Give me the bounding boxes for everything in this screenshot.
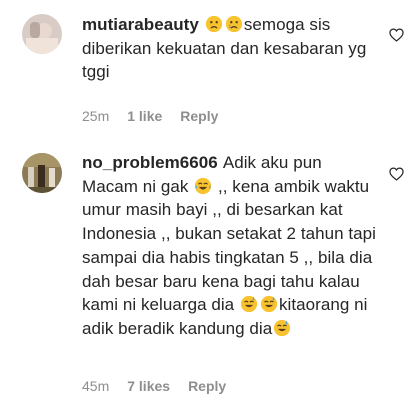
sweat-smile-emoji (260, 296, 278, 313)
comment-time: 25m (82, 108, 110, 124)
username[interactable]: mutiarabeauty (82, 15, 199, 34)
comment-meta: 25m 1 like Reply (82, 108, 218, 124)
sweat-smile-emoji (240, 296, 258, 313)
avatar[interactable] (22, 14, 62, 54)
sweat-smile-emoji (274, 319, 291, 337)
likes-count[interactable]: 7 likes (127, 378, 170, 394)
reply-button[interactable]: Reply (188, 378, 226, 394)
tears-of-joy-emoji (195, 177, 212, 194)
comment-meta: 45m 7 likes Reply (82, 378, 226, 394)
reply-button[interactable]: Reply (180, 108, 218, 124)
comment-time: 45m (82, 378, 110, 394)
comment-text: no_problem6606 Adik aku pun Macam ni gak … (82, 151, 378, 341)
comment-text: mutiarabeauty semoga sis diberikan kekuat… (82, 13, 378, 84)
sad-face-emoji (205, 15, 222, 33)
heart-outline-icon[interactable] (389, 28, 404, 42)
username[interactable]: no_problem6606 (82, 153, 218, 172)
likes-count[interactable]: 1 like (127, 108, 162, 124)
comment-body: ,, kena ambik waktu umur masih bayi ,, d… (82, 176, 376, 315)
crying-face-emoji (225, 15, 242, 33)
heart-outline-icon[interactable] (389, 167, 404, 181)
avatar[interactable] (22, 153, 62, 193)
